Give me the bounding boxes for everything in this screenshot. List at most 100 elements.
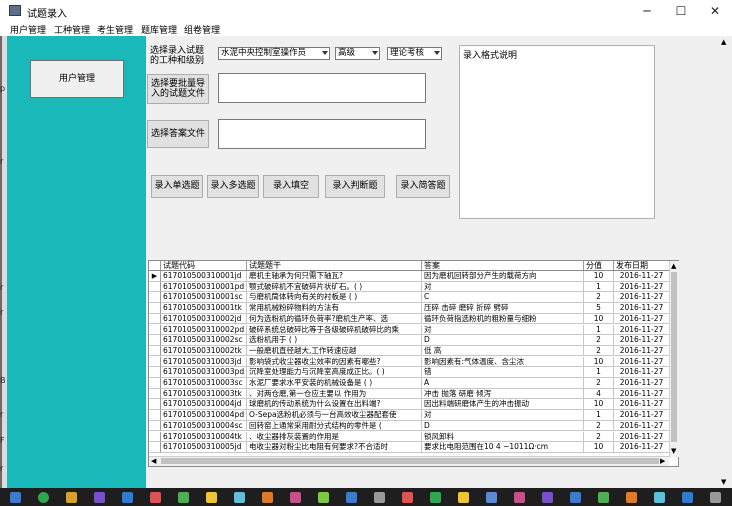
row-header[interactable] [149, 303, 161, 314]
close-button[interactable]: ✕ [698, 0, 732, 22]
answer-file-input[interactable] [218, 119, 426, 149]
app-icon-11[interactable] [290, 492, 301, 503]
cell-answer[interactable]: 对 [422, 324, 584, 335]
table-row[interactable]: 617010500310001tk 常用机械粉碎物料的方法有 压碎 击碎 磨碎 折碎… [149, 303, 678, 314]
cell-code[interactable]: 617010500310005jd [161, 442, 247, 453]
cell-score[interactable]: 2 [584, 335, 614, 346]
cell-date[interactable]: 2016-11-27 [614, 313, 670, 325]
row-header[interactable]: ▶ [149, 271, 161, 282]
cell-date[interactable]: 2016-11-27 [614, 324, 670, 335]
app-icon-10[interactable] [262, 492, 273, 503]
row-header[interactable] [149, 335, 161, 346]
cell-date[interactable]: 2016-11-27 [614, 378, 670, 389]
cell-code[interactable]: 617010500310002jd [161, 313, 247, 325]
cell-answer[interactable]: C [422, 292, 584, 303]
cell-score[interactable]: 2 [584, 292, 614, 303]
table-row[interactable]: 617010500310003tk 、对两仓磨,第一仓应主要以 作用为 冲击 抛落 … [149, 388, 678, 400]
cell-answer[interactable]: 错 [422, 367, 584, 378]
cell-stem[interactable]: O-Sepa选粉机必须与一台高效收尘器配套使 [247, 410, 422, 421]
cell-stem[interactable]: 一般磨机直径越大,工作转速应越 [247, 345, 422, 357]
app-icon-13[interactable] [346, 492, 357, 503]
add-short-answer-button[interactable]: 录入简答题 [396, 175, 450, 198]
menu-user-mgmt[interactable]: 用户管理 [10, 23, 46, 36]
app-icon-24[interactable] [654, 492, 665, 503]
cell-date[interactable]: 2016-11-27 [614, 271, 670, 282]
cell-score[interactable]: 10 [584, 399, 614, 410]
app-icon-16[interactable] [430, 492, 441, 503]
column-header-code[interactable]: 试题代码 [161, 261, 247, 270]
app-icon-22[interactable] [598, 492, 609, 503]
row-header[interactable] [149, 420, 161, 432]
cell-answer[interactable]: 低 高 [422, 345, 584, 357]
cell-stem[interactable]: 影响袋式收尘器收尘效率的因素有哪些? [247, 356, 422, 368]
cell-score[interactable]: 1 [584, 367, 614, 378]
table-row[interactable]: 617010500310004pd O-Sepa选粉机必须与一台高效收尘器配套使对… [149, 410, 678, 421]
cell-score[interactable]: 10 [584, 442, 614, 453]
cell-score[interactable]: 10 [584, 271, 614, 282]
job-select[interactable]: 水泥中央控制室操作员 [218, 47, 330, 60]
row-header[interactable] [149, 399, 161, 410]
cell-code[interactable]: 617010500310003sc [161, 378, 247, 389]
app-icon-9[interactable] [234, 492, 245, 503]
window-scroll-up-icon[interactable]: ▲ [721, 38, 726, 46]
cell-date[interactable]: 2016-11-27 [614, 303, 670, 314]
menu-job-mgmt[interactable]: 工种管理 [54, 23, 90, 36]
cell-score[interactable]: 4 [584, 388, 614, 400]
cell-stem[interactable]: 常用机械粉碎物料的方法有 [247, 303, 422, 314]
cell-stem[interactable]: 颚式破碎机不宜破碎片状矿石。( ) [247, 281, 422, 293]
table-row[interactable]: 617010500310001pd 颚式破碎机不宜破碎片状矿石。( ) 对 1 2016… [149, 281, 678, 293]
cell-date[interactable]: 2016-11-27 [614, 356, 670, 368]
cell-answer[interactable]: 要求比电阻范围在10 4 ~1011Ω·cm [422, 442, 584, 453]
row-header[interactable] [149, 356, 161, 368]
cell-score[interactable]: 2 [584, 420, 614, 432]
cell-date[interactable]: 2016-11-27 [614, 292, 670, 303]
table-row[interactable]: 617010500310002jd 何为选粉机的循环负荷率?磨机生产率、选 循环负荷… [149, 313, 678, 325]
format-description-box[interactable]: 录入格式说明 [459, 45, 655, 219]
row-header[interactable] [149, 345, 161, 357]
browser-icon[interactable] [38, 492, 49, 503]
cell-stem[interactable]: 球磨机的传动系统为什么设置在出料端? [247, 399, 422, 410]
add-multi-choice-button[interactable]: 录入多选题 [207, 175, 259, 198]
app-icon-12[interactable] [318, 492, 329, 503]
batch-file-input[interactable] [218, 73, 426, 103]
cell-stem[interactable]: 选粉机用于 ( ) [247, 335, 422, 346]
column-header-answer[interactable]: 答案 [422, 261, 584, 270]
app-icon-7[interactable] [178, 492, 189, 503]
cell-stem[interactable]: 磨机主轴承为何只需下轴瓦? [247, 271, 422, 282]
cell-answer[interactable]: 对 [422, 410, 584, 421]
cell-date[interactable]: 2016-11-27 [614, 367, 670, 378]
minimize-button[interactable]: ─ [630, 0, 664, 22]
menu-paper-mgmt[interactable]: 组卷管理 [184, 23, 220, 36]
level-select[interactable]: 高级 [335, 47, 380, 60]
cell-code[interactable]: 617010500310001sc [161, 292, 247, 303]
cell-code[interactable]: 617010500310001jd [161, 271, 247, 282]
cell-stem[interactable]: 电收尘器对粉尘比电阻有何要求?不合适时 [247, 442, 422, 453]
window-scroll-down-icon[interactable]: ▼ [721, 478, 726, 486]
cell-date[interactable]: 2016-11-27 [614, 410, 670, 421]
cell-score[interactable]: 10 [584, 356, 614, 368]
cell-score[interactable]: 5 [584, 303, 614, 314]
app-icon-14[interactable] [374, 492, 385, 503]
table-row[interactable]: 617010500310003pd 沉降室处理能力与沉降室高度成正比。( ) 错 1 2… [149, 367, 678, 378]
cell-date[interactable]: 2016-11-27 [614, 388, 670, 400]
table-row[interactable]: 617010500310001sc 与磨机筒体转向有关的衬板是 ( ) C 2 2016… [149, 292, 678, 303]
column-header-date[interactable]: 发布日期 [614, 261, 670, 270]
table-row[interactable]: 617010500310002pd 破碎系统总破碎比等于各级破碎机破碎比的乘对 1 2… [149, 324, 678, 335]
app-icon-8[interactable] [206, 492, 217, 503]
app-icon-21[interactable] [570, 492, 581, 503]
row-header[interactable] [149, 442, 161, 453]
cell-code[interactable]: 617010500310002tk [161, 345, 247, 357]
user-mgmt-button[interactable]: 用户管理 [30, 60, 124, 98]
grid-vertical-scroll-thumb[interactable] [671, 272, 677, 442]
column-header-score[interactable]: 分值 [584, 261, 614, 270]
row-header[interactable] [149, 378, 161, 389]
app-icon-5[interactable] [122, 492, 133, 503]
add-single-choice-button[interactable]: 录入单选题 [151, 175, 203, 198]
row-header[interactable] [149, 281, 161, 293]
cell-answer[interactable]: D [422, 335, 584, 346]
cell-code[interactable]: 617010500310003jd [161, 356, 247, 368]
scroll-right-icon[interactable]: ▶ [660, 457, 665, 465]
cell-stem[interactable]: 沉降室处理能力与沉降室高度成正比。( ) [247, 367, 422, 378]
app-icon-6[interactable] [150, 492, 161, 503]
cell-date[interactable]: 2016-11-27 [614, 399, 670, 410]
